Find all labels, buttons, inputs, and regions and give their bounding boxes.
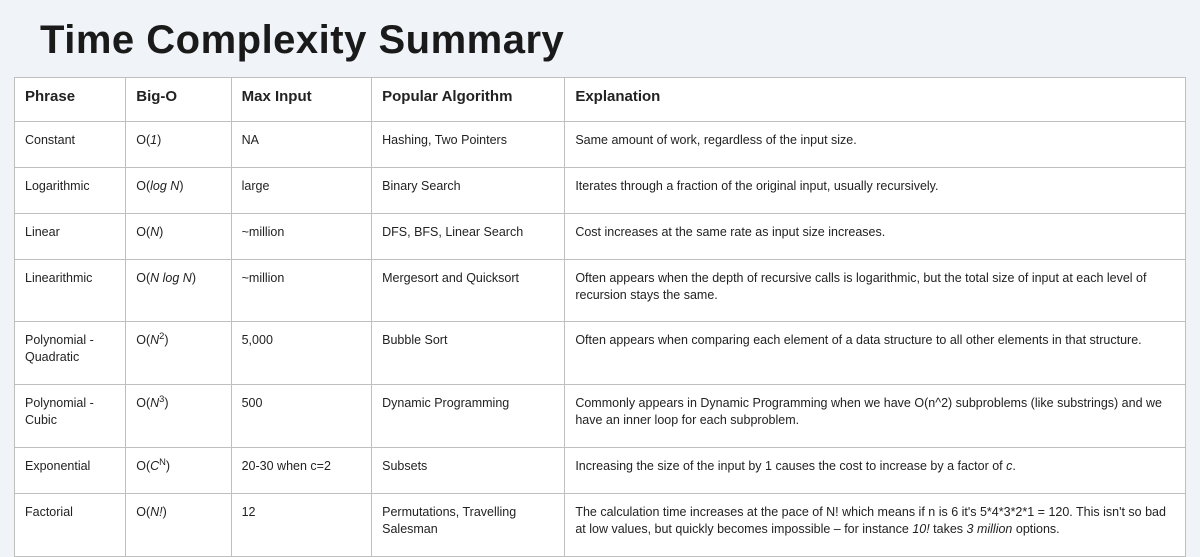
cell-max-input: 12 bbox=[231, 493, 372, 556]
cell-bigo: O(1) bbox=[126, 122, 231, 168]
cell-max-input: ~million bbox=[231, 213, 372, 259]
cell-bigo: O(log N) bbox=[126, 167, 231, 213]
table-row: FactorialO(N!)12Permutations, Travelling… bbox=[15, 493, 1186, 556]
cell-max-input: ~million bbox=[231, 259, 372, 322]
cell-explanation: Often appears when comparing each elemen… bbox=[565, 322, 1186, 385]
cell-explanation: Iterates through a fraction of the origi… bbox=[565, 167, 1186, 213]
cell-algorithm: Bubble Sort bbox=[372, 322, 565, 385]
cell-phrase: Linear bbox=[15, 213, 126, 259]
table-row: LinearithmicO(N log N)~millionMergesort … bbox=[15, 259, 1186, 322]
cell-algorithm: Mergesort and Quicksort bbox=[372, 259, 565, 322]
cell-bigo: O(N) bbox=[126, 213, 231, 259]
header-explanation: Explanation bbox=[565, 78, 1186, 122]
cell-algorithm: DFS, BFS, Linear Search bbox=[372, 213, 565, 259]
cell-phrase: Factorial bbox=[15, 493, 126, 556]
cell-explanation: Cost increases at the same rate as input… bbox=[565, 213, 1186, 259]
cell-algorithm: Hashing, Two Pointers bbox=[372, 122, 565, 168]
cell-bigo: O(N log N) bbox=[126, 259, 231, 322]
table-row: Polynomial - QuadraticO(N2)5,000Bubble S… bbox=[15, 322, 1186, 385]
cell-explanation: Commonly appears in Dynamic Programming … bbox=[565, 385, 1186, 448]
table-row: LinearO(N)~millionDFS, BFS, Linear Searc… bbox=[15, 213, 1186, 259]
cell-phrase: Polynomial - Cubic bbox=[15, 385, 126, 448]
table-row: ConstantO(1)NAHashing, Two PointersSame … bbox=[15, 122, 1186, 168]
cell-max-input: large bbox=[231, 167, 372, 213]
header-max-input: Max Input bbox=[231, 78, 372, 122]
complexity-table: Phrase Big-O Max Input Popular Algorithm… bbox=[14, 77, 1186, 557]
cell-max-input: 20-30 when c=2 bbox=[231, 447, 372, 493]
cell-bigo: O(CN) bbox=[126, 447, 231, 493]
table-container: Phrase Big-O Max Input Popular Algorithm… bbox=[0, 77, 1200, 557]
cell-phrase: Exponential bbox=[15, 447, 126, 493]
cell-algorithm: Permutations, Travelling Salesman bbox=[372, 493, 565, 556]
cell-max-input: NA bbox=[231, 122, 372, 168]
cell-algorithm: Subsets bbox=[372, 447, 565, 493]
cell-algorithm: Dynamic Programming bbox=[372, 385, 565, 448]
cell-phrase: Linearithmic bbox=[15, 259, 126, 322]
table-header-row: Phrase Big-O Max Input Popular Algorithm… bbox=[15, 78, 1186, 122]
cell-explanation: Same amount of work, regardless of the i… bbox=[565, 122, 1186, 168]
table-row: ExponentialO(CN)20-30 when c=2SubsetsInc… bbox=[15, 447, 1186, 493]
cell-phrase: Polynomial - Quadratic bbox=[15, 322, 126, 385]
table-row: Polynomial - CubicO(N3)500Dynamic Progra… bbox=[15, 385, 1186, 448]
header-algorithm: Popular Algorithm bbox=[372, 78, 565, 122]
cell-max-input: 500 bbox=[231, 385, 372, 448]
cell-bigo: O(N3) bbox=[126, 385, 231, 448]
cell-bigo: O(N2) bbox=[126, 322, 231, 385]
cell-phrase: Constant bbox=[15, 122, 126, 168]
cell-bigo: O(N!) bbox=[126, 493, 231, 556]
table-row: LogarithmicO(log N)largeBinary SearchIte… bbox=[15, 167, 1186, 213]
header-bigo: Big-O bbox=[126, 78, 231, 122]
cell-algorithm: Binary Search bbox=[372, 167, 565, 213]
cell-phrase: Logarithmic bbox=[15, 167, 126, 213]
cell-explanation: Often appears when the depth of recursiv… bbox=[565, 259, 1186, 322]
header: Time Complexity Summary bbox=[0, 0, 1200, 77]
header-phrase: Phrase bbox=[15, 78, 126, 122]
cell-max-input: 5,000 bbox=[231, 322, 372, 385]
cell-explanation: Increasing the size of the input by 1 ca… bbox=[565, 447, 1186, 493]
page-title: Time Complexity Summary bbox=[40, 18, 1160, 63]
cell-explanation: The calculation time increases at the pa… bbox=[565, 493, 1186, 556]
